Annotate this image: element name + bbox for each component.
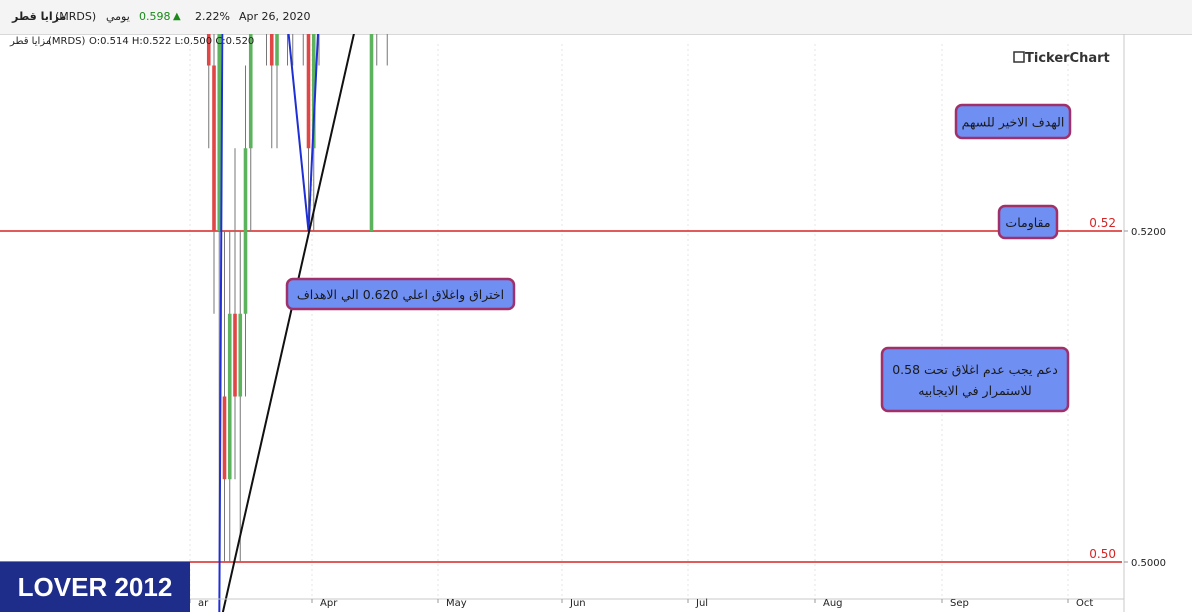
candle — [212, 34, 216, 314]
resistance-note-text: مقاومات — [1005, 215, 1050, 231]
x-tick-label: ar — [198, 598, 209, 609]
candle — [275, 34, 279, 149]
x-tick-label: Sep — [950, 598, 969, 609]
support-label: 0.50 — [1089, 547, 1116, 561]
up-arrow-icon: ▲ — [173, 11, 181, 22]
period-label: يومي — [106, 10, 130, 23]
candle-body — [306, 34, 311, 149]
resistance-note: مقاومات — [997, 204, 1059, 240]
candle — [376, 34, 378, 66]
candle — [302, 34, 304, 66]
candle-body — [238, 313, 243, 397]
x-tick-label: May — [446, 598, 467, 609]
price-chart[interactable]: 0.730.680.650.580.540.520.50 الهدف الاخي… — [0, 34, 1192, 612]
y-tick-label: 0.5200 — [1131, 227, 1166, 238]
watermark-label: LOVER 2012 — [0, 562, 190, 612]
candle — [369, 34, 374, 231]
candle-body — [227, 313, 232, 480]
brand-name: TickerChart — [1025, 51, 1110, 66]
candle — [269, 34, 274, 149]
candle — [206, 34, 211, 149]
x-tick-label: Jun — [569, 598, 586, 609]
support-note-text: دعم يجب عدم اغلاق تحت 0.58 — [892, 362, 1058, 378]
last-price: 0.598 — [139, 10, 171, 23]
support-note-text: للاستمرار في الايجابيه — [918, 383, 1031, 399]
annotations: الهدف الاخير للسهم مقاومات اختراق واغلاق ا… — [285, 103, 1072, 413]
stock-symbol: (MRDS) — [55, 10, 97, 23]
candle — [233, 148, 237, 480]
candle — [266, 34, 267, 66]
candle — [222, 231, 227, 562]
candle-body — [269, 34, 274, 66]
x-tick-label: Oct — [1076, 598, 1093, 609]
candle-body — [233, 313, 237, 397]
ohlc-symbol: (MRDS) — [48, 36, 86, 47]
x-tick-label: Jul — [695, 598, 708, 609]
x-tick-label: Aug — [823, 598, 843, 609]
horizontal-levels: 0.730.680.650.580.540.520.50 — [0, 216, 1122, 563]
x-tick-label: Apr — [320, 598, 338, 609]
wedge-pattern — [218, 34, 355, 612]
candle-body — [248, 34, 253, 149]
target-note-text: الهدف الاخير للسهم — [962, 115, 1065, 131]
candle — [248, 34, 253, 231]
candle-body — [275, 34, 279, 66]
ohlc-values: O:0.514 H:0.522 L:0.500 C:0.520 — [89, 36, 254, 47]
candle-body — [212, 65, 216, 231]
y-tick-label: 0.5000 — [1131, 558, 1166, 569]
candle-body — [369, 34, 374, 231]
candle — [243, 65, 248, 397]
top-info-bar: مزايا قطر (MRDS) يومي 0.598 ▲ 2.22% Apr … — [0, 0, 1192, 35]
candle — [386, 34, 388, 66]
candle-body — [243, 148, 248, 314]
candle — [227, 231, 232, 562]
lower-trendline — [221, 34, 355, 612]
support-note: دعم يجب عدم اغلاق تحت 0.58 للاستمرار في ا… — [880, 346, 1070, 413]
brand-logo: TickerChart — [1013, 51, 1110, 66]
chart-logo-icon — [1013, 51, 1025, 63]
candle-body — [222, 396, 227, 480]
breakout-note-text: اختراق واغلاق اعلي 0.620 الي الاهداف — [297, 287, 504, 303]
change-percent: 2.22% — [195, 10, 230, 23]
support-note-box — [880, 346, 1070, 413]
candle — [238, 231, 243, 562]
date-label: Apr 26, 2020 — [239, 10, 311, 23]
target-note: الهدف الاخير للسهم — [954, 103, 1072, 140]
ohlc-name: مزايا قطر — [9, 36, 51, 47]
support-label: 0.52 — [1089, 216, 1116, 230]
breakout-note: اختراق واغلاق اعلي 0.620 الي الاهداف — [285, 277, 516, 311]
